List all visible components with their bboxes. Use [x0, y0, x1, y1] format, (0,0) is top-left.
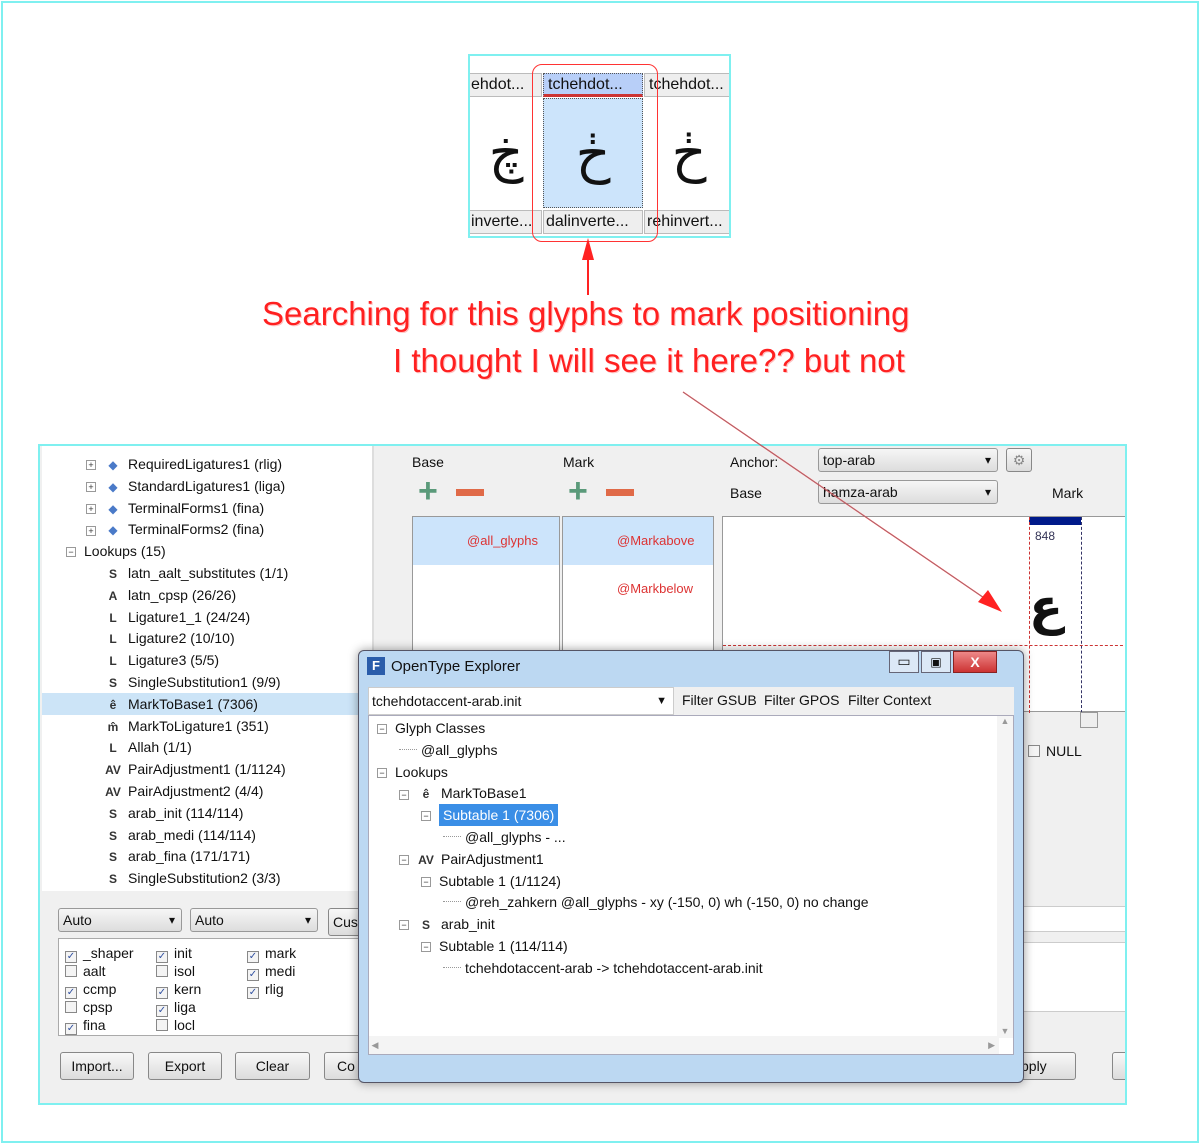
diagonal-arrow-shadow	[682, 391, 991, 603]
up-arrow-head	[582, 238, 594, 260]
annotation-arrows	[582, 238, 1002, 612]
diagonal-arrow-head	[978, 590, 1002, 612]
